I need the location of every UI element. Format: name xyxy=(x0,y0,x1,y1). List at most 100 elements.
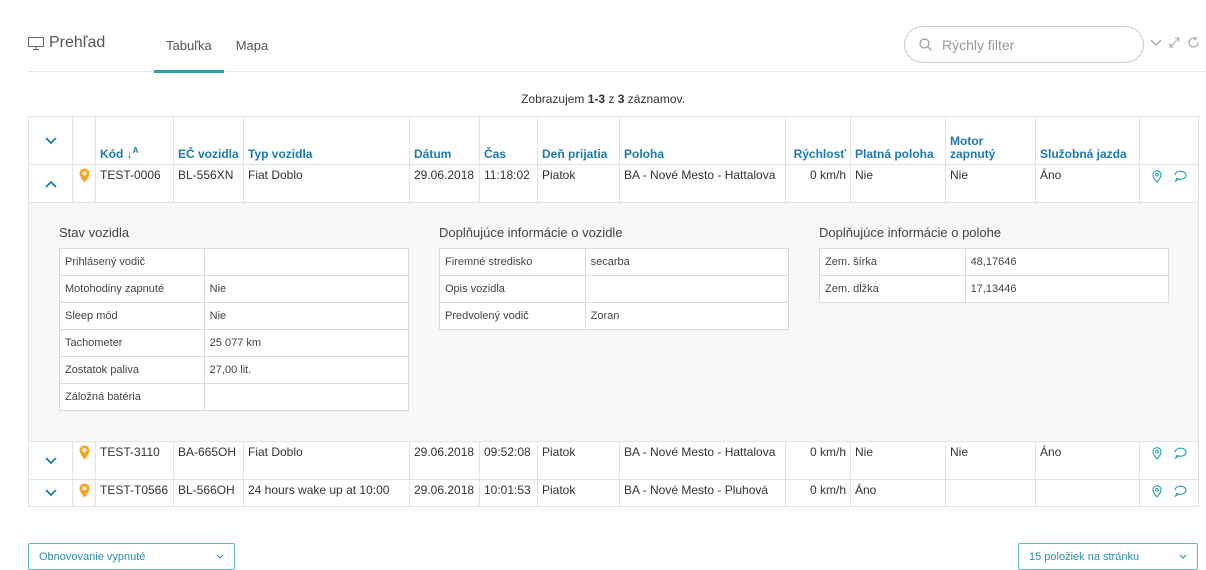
chevron-down-icon xyxy=(1179,554,1187,559)
actions-cell xyxy=(1139,479,1199,507)
col-header-platna[interactable]: Platná poloha xyxy=(850,116,946,165)
col-header-ec[interactable]: EČ vozidla xyxy=(173,116,244,165)
col-header-sluzobna[interactable]: Služobná jazda xyxy=(1035,116,1140,165)
expand-toggle[interactable] xyxy=(28,479,73,507)
pin-header xyxy=(72,116,96,165)
chevron-down-icon xyxy=(216,554,224,559)
list-item: Predvolený vodič Zoran xyxy=(439,302,790,330)
kv-label: Firemné stredisko xyxy=(439,248,586,276)
list-item: Záložná batéria xyxy=(59,383,410,411)
pin-cell xyxy=(72,479,96,507)
list-item: Prihlásený vodič xyxy=(59,248,410,276)
col-header-den[interactable]: Deň prijatia xyxy=(537,116,620,165)
tab-map[interactable]: Mapa xyxy=(224,14,281,72)
search-icon xyxy=(919,38,932,51)
kv-label: Predvolený vodič xyxy=(439,302,586,330)
list-item: Firemné stredisko secarba xyxy=(439,248,790,276)
location-pin-icon xyxy=(79,168,89,183)
row-detail: Stav vozidla Prihlásený vodič Motohodiny… xyxy=(28,202,1199,442)
view-tabs: Tabuľka Mapa xyxy=(154,14,281,73)
expand-toggle[interactable] xyxy=(28,441,73,480)
message-icon[interactable] xyxy=(1173,485,1187,497)
pin-cell xyxy=(72,441,96,480)
page-title: Prehľad xyxy=(28,34,105,52)
cell-typ: 24 hours wake up at 10:00 xyxy=(243,479,410,507)
cell-sluzobna: Áno xyxy=(1035,441,1140,480)
pin-cell xyxy=(72,164,96,203)
col-header-kod[interactable]: Kód ↓A xyxy=(95,116,174,165)
message-icon[interactable] xyxy=(1173,447,1187,459)
message-icon[interactable] xyxy=(1173,170,1187,182)
location-pin-icon xyxy=(79,483,89,498)
overview-header: Prehľad Tabuľka Mapa xyxy=(28,14,1206,73)
map-pin-icon[interactable] xyxy=(1151,170,1162,183)
cell-ec: BA-665OH xyxy=(173,441,244,480)
col-header-poloha[interactable]: Poloha xyxy=(619,116,786,165)
chevron-down-icon[interactable] xyxy=(44,489,57,497)
expand-icon[interactable] xyxy=(1169,37,1180,48)
section-title-vozidlo: Doplňujúce informácie o vozidle xyxy=(439,225,623,240)
stav-table: Prihlásený vodič Motohodiny zapnuté Nie S… xyxy=(59,248,410,411)
kv-value: Zoran xyxy=(584,302,790,330)
monitor-icon xyxy=(28,36,44,50)
map-pin-icon[interactable] xyxy=(1151,485,1162,498)
location-pin-icon xyxy=(79,445,89,460)
tab-table-label: Tabuľka xyxy=(166,38,212,53)
cell-motor: Nie xyxy=(945,441,1036,480)
refresh-icon[interactable] xyxy=(1187,36,1200,49)
kv-label: Motohodiny zapnuté xyxy=(59,275,205,303)
detail-panel: Stav vozidla Prihlásený vodič Motohodiny… xyxy=(29,203,1198,441)
chevron-down-icon[interactable] xyxy=(44,136,57,145)
cell-motor xyxy=(945,479,1036,507)
quick-filter-input[interactable] xyxy=(940,35,1110,54)
cell-poloha: BA - Nové Mesto - Hattalova xyxy=(619,164,786,203)
cell-platna: Nie xyxy=(850,164,946,203)
map-pin-icon[interactable] xyxy=(1151,447,1162,460)
vozidlo-table: Firemné stredisko secarba Opis vozidla Pr… xyxy=(439,248,790,330)
cell-rychlost: 0 km/h xyxy=(785,441,851,480)
quick-filter[interactable] xyxy=(904,26,1144,63)
kv-value: secarba xyxy=(584,248,790,276)
list-item: Opis vozidla xyxy=(439,275,790,303)
list-item: Zem. šírka 48,17646 xyxy=(819,248,1170,276)
cell-den: Piatok xyxy=(537,164,620,203)
kv-label: Tachometer xyxy=(59,329,205,357)
kv-label: Zostatok paliva xyxy=(59,356,205,384)
chevron-down-icon[interactable] xyxy=(44,457,57,465)
cell-typ: Fiat Doblo xyxy=(243,441,410,480)
kv-label: Zem. šírka xyxy=(819,248,966,276)
table-row[interactable]: TEST-3110 BA-665OH Fiat Doblo 29.06.2018… xyxy=(28,441,1199,480)
table-row[interactable]: TEST-0006 BL-556XN Fiat Doblo 29.06.2018… xyxy=(28,164,1199,203)
cell-cas: 10:01:53 xyxy=(479,479,538,507)
overview-page: Prehľad Tabuľka Mapa Zobrazujem 1-3 z 3 … xyxy=(0,0,1206,570)
table-row[interactable]: TEST-T0566 BL-566OH 24 hours wake up at … xyxy=(28,479,1199,507)
vehicles-table: Kód ↓A EČ vozidla Typ vozidla Dátum Čas … xyxy=(28,116,1199,507)
list-item: Zem. dĺžka 17,13446 xyxy=(819,275,1170,303)
cell-sluzobna xyxy=(1035,479,1140,507)
refresh-select-label: Obnovovanie vypnuté xyxy=(39,550,146,563)
chevron-up-icon[interactable] xyxy=(44,180,57,188)
col-header-motor[interactable]: Motor zapnutý xyxy=(945,116,1036,165)
col-header-rychlost[interactable]: Rýchlosť xyxy=(785,116,851,165)
col-header-typ[interactable]: Typ vozidla xyxy=(243,116,410,165)
kv-value: Nie xyxy=(203,302,410,330)
kv-value: 27,00 lit. xyxy=(203,356,410,384)
list-item: Zostatok paliva 27,00 lit. xyxy=(59,356,410,384)
col-header-cas[interactable]: Čas xyxy=(479,116,538,165)
chevron-down-icon[interactable] xyxy=(1150,39,1162,47)
cell-poloha: BA - Nové Mesto - Pluhová xyxy=(619,479,786,507)
cell-ec: BL-556XN xyxy=(173,164,244,203)
expand-all-cell[interactable] xyxy=(28,116,73,165)
refresh-select[interactable]: Obnovovanie vypnuté xyxy=(28,543,235,570)
cell-den: Piatok xyxy=(537,441,620,480)
kv-label: Zem. dĺžka xyxy=(819,275,966,303)
sort-icon[interactable]: ↓A xyxy=(127,146,139,161)
tab-table[interactable]: Tabuľka xyxy=(154,14,224,73)
per-page-select[interactable]: 15 položiek na stránku xyxy=(1018,543,1198,570)
kv-label: Sleep mód xyxy=(59,302,205,330)
col-header-datum[interactable]: Dátum xyxy=(409,116,480,165)
collapse-toggle[interactable] xyxy=(28,164,73,203)
cell-sluzobna: Áno xyxy=(1035,164,1140,203)
summary-range: 1-3 xyxy=(587,92,606,106)
table-header-row: Kód ↓A EČ vozidla Typ vozidla Dátum Čas … xyxy=(28,116,1199,165)
